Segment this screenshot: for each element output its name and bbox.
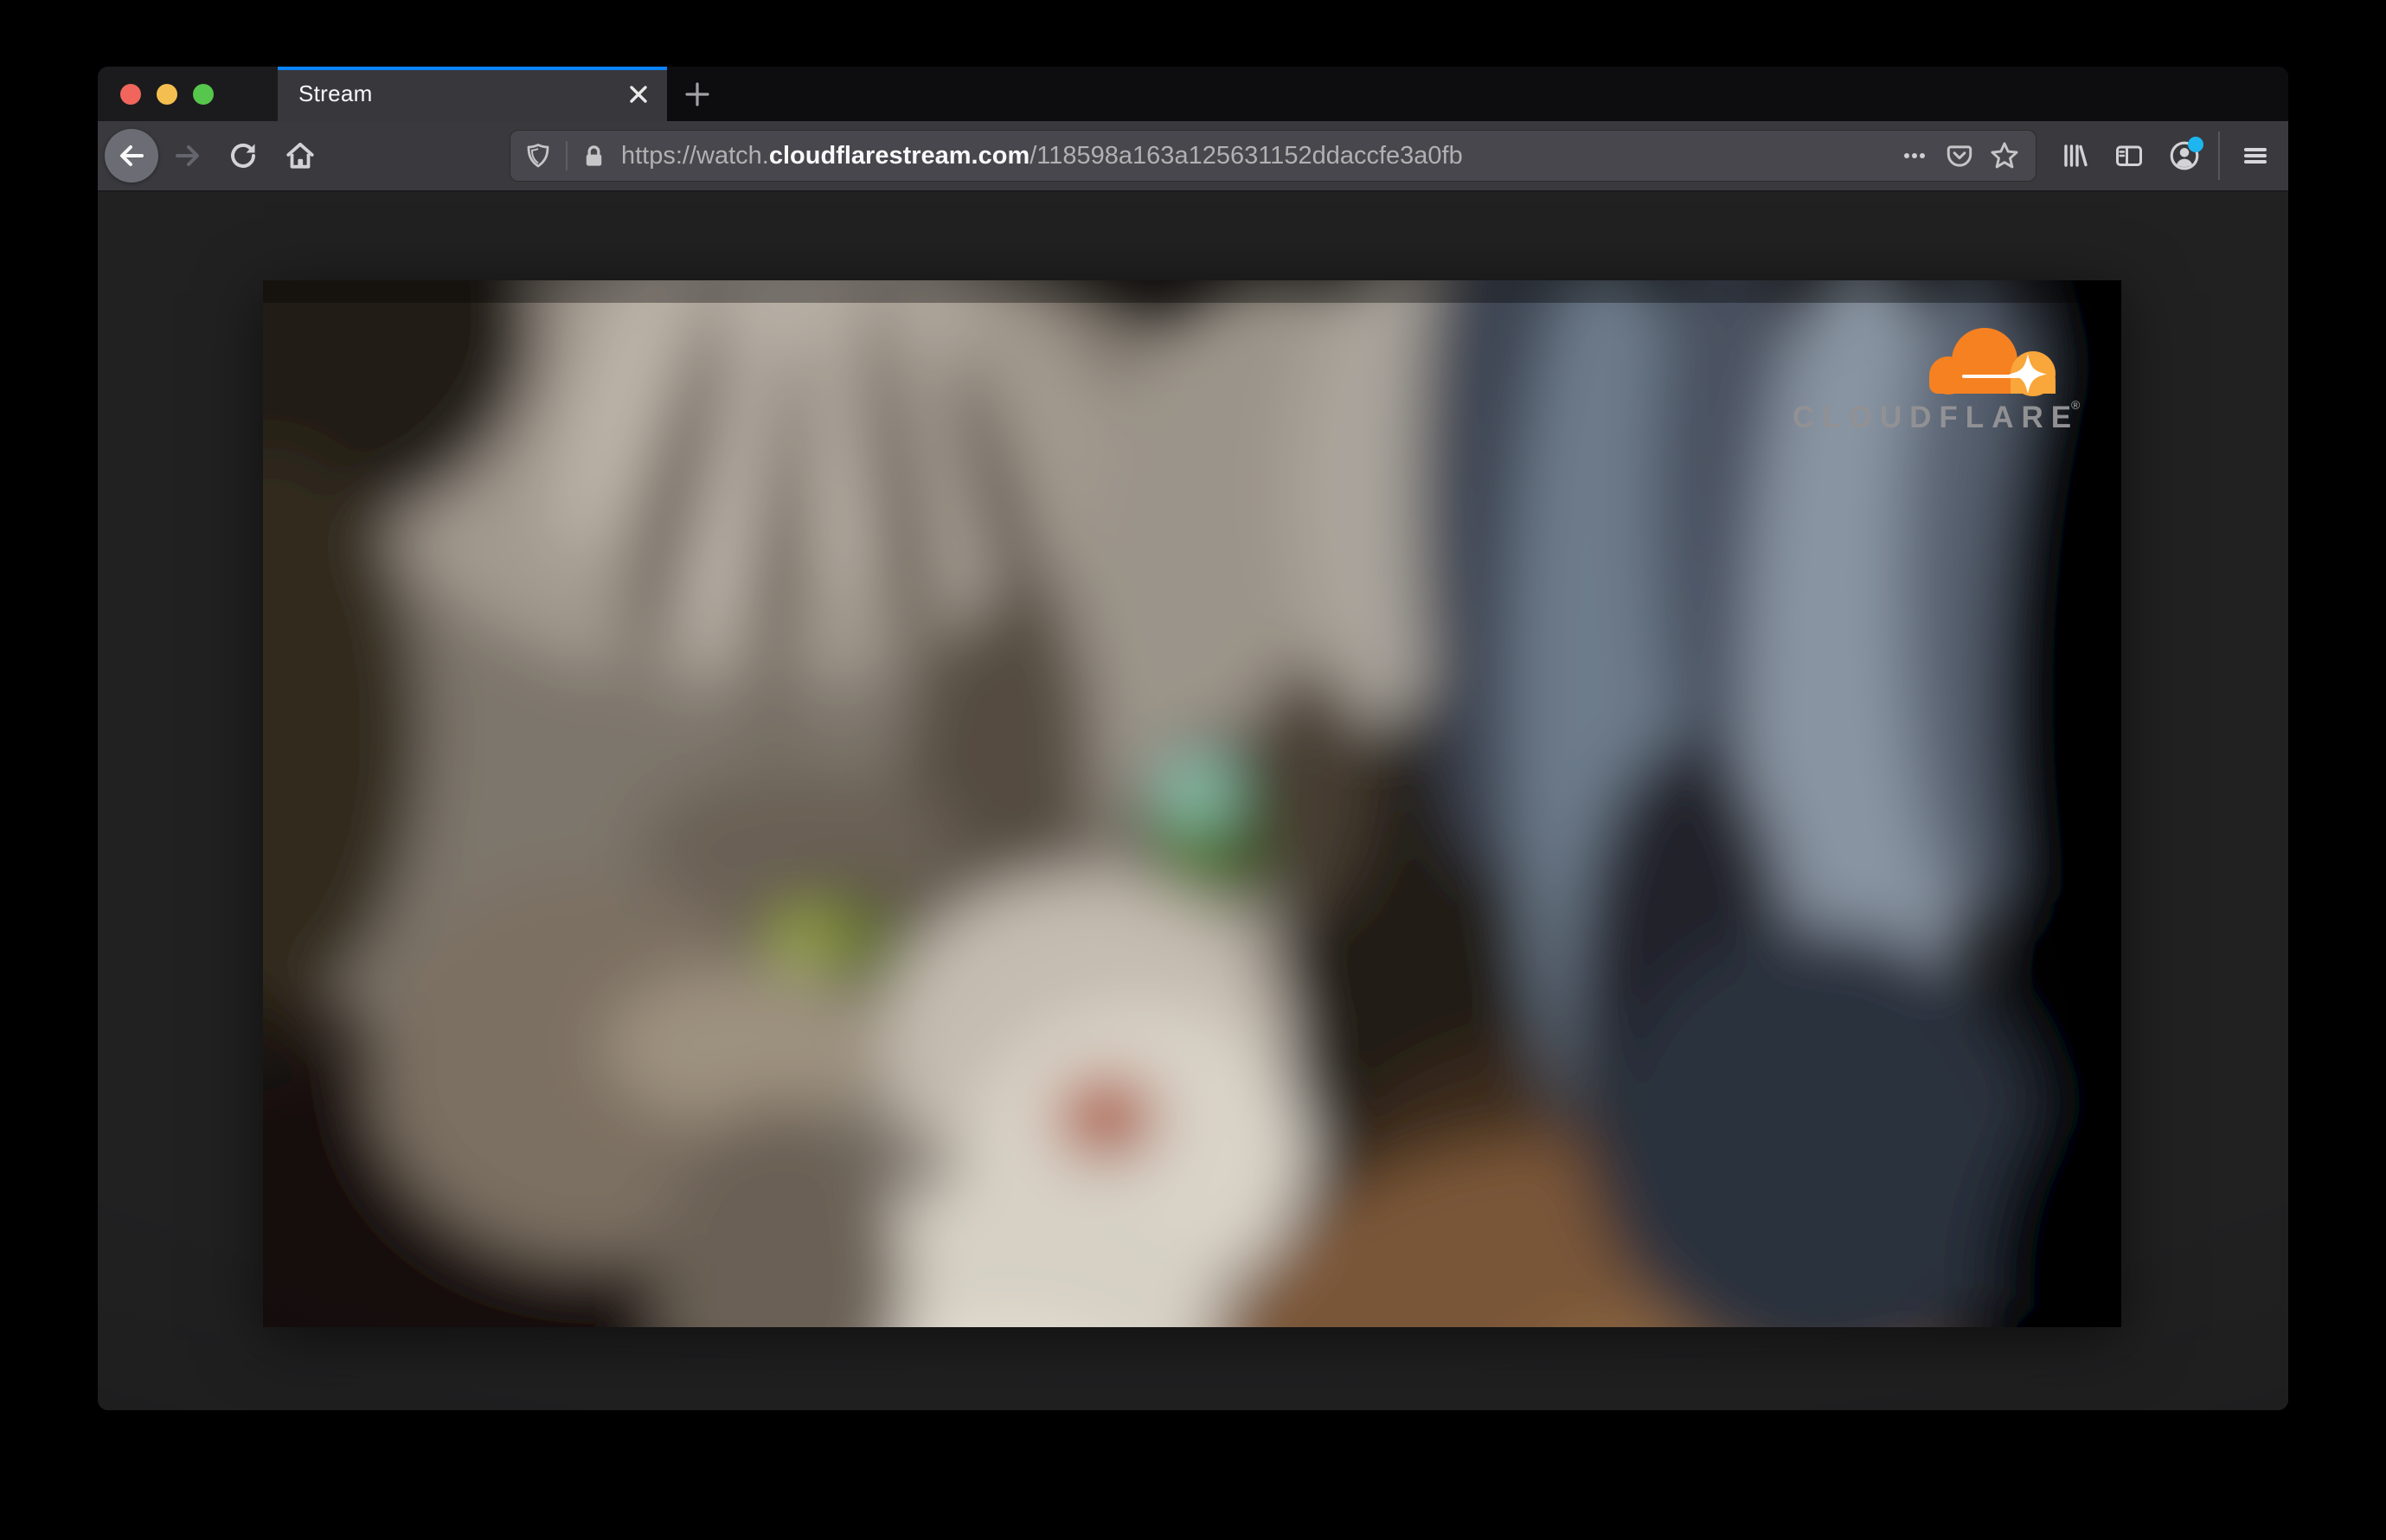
tab-title: Stream [298, 80, 373, 106]
cloudflare-trademark: ® [2071, 398, 2081, 412]
back-button[interactable] [105, 129, 158, 183]
traffic-light-close[interactable] [120, 83, 141, 105]
lock-icon [586, 144, 601, 166]
bookmark-star-button[interactable] [1985, 138, 2024, 173]
page-actions-button[interactable] [1895, 138, 1934, 173]
url-text[interactable]: https://watch.cloudflarestream.com/11859… [621, 142, 1895, 170]
tab-bar: Stream [98, 67, 2288, 121]
traffic-lights [98, 67, 278, 121]
home-icon [286, 142, 314, 169]
url-bar[interactable]: https://watch.cloudflarestream.com/11859… [510, 130, 2036, 182]
active-tab-indicator [278, 67, 667, 70]
star-icon [1991, 142, 2018, 169]
new-tab-button[interactable] [667, 67, 728, 121]
shield-icon [527, 144, 549, 168]
site-security-button[interactable] [578, 138, 609, 173]
url-scheme-subdomain: https://watch. [621, 141, 769, 170]
toolbar-separator [2218, 132, 2220, 180]
reload-icon [231, 143, 255, 168]
ellipsis-icon [1904, 153, 1925, 158]
url-path: /118598a163a125631152ddaccfe3a0fb [1029, 141, 1463, 170]
hamburger-icon [2244, 148, 2267, 164]
sidebar-icon [2116, 145, 2142, 166]
pocket-button[interactable] [1940, 138, 1979, 173]
library-icon [2064, 144, 2088, 167]
menu-button[interactable] [2238, 138, 2273, 173]
video-player[interactable]: CLOUDFLARE ® [263, 280, 2121, 1327]
reload-button[interactable] [227, 138, 261, 173]
close-icon [630, 85, 647, 103]
content-area: CLOUDFLARE ® [98, 194, 2288, 1410]
library-button[interactable] [2057, 138, 2092, 173]
url-domain: cloudflarestream.com [768, 141, 1030, 170]
back-icon [120, 145, 144, 166]
pocket-icon [1947, 145, 1972, 167]
account-button[interactable] [2167, 137, 2203, 173]
traffic-light-minimize[interactable] [157, 83, 177, 105]
forward-icon [176, 145, 199, 166]
cloudflare-brand-text: CLOUDFLARE [1793, 401, 2079, 434]
tab-close-button[interactable] [622, 78, 655, 111]
url-bar-separator [566, 141, 568, 170]
navigation-toolbar: https://watch.cloudflarestream.com/11859… [98, 121, 2288, 192]
notification-dot [2188, 137, 2203, 152]
tracking-protection-button[interactable] [521, 138, 555, 173]
tab-stream[interactable]: Stream [278, 67, 667, 121]
home-button[interactable] [283, 138, 317, 173]
forward-button[interactable] [170, 138, 205, 173]
sidebar-button[interactable] [2112, 138, 2146, 173]
browser-window: Stream https://watch.cloudflarestream.co… [98, 67, 2288, 1410]
traffic-light-zoom[interactable] [193, 83, 214, 105]
tab-strip-empty [728, 67, 2288, 121]
plus-icon [685, 81, 709, 106]
cat-video-scene: CLOUDFLARE ® [263, 280, 2121, 1327]
